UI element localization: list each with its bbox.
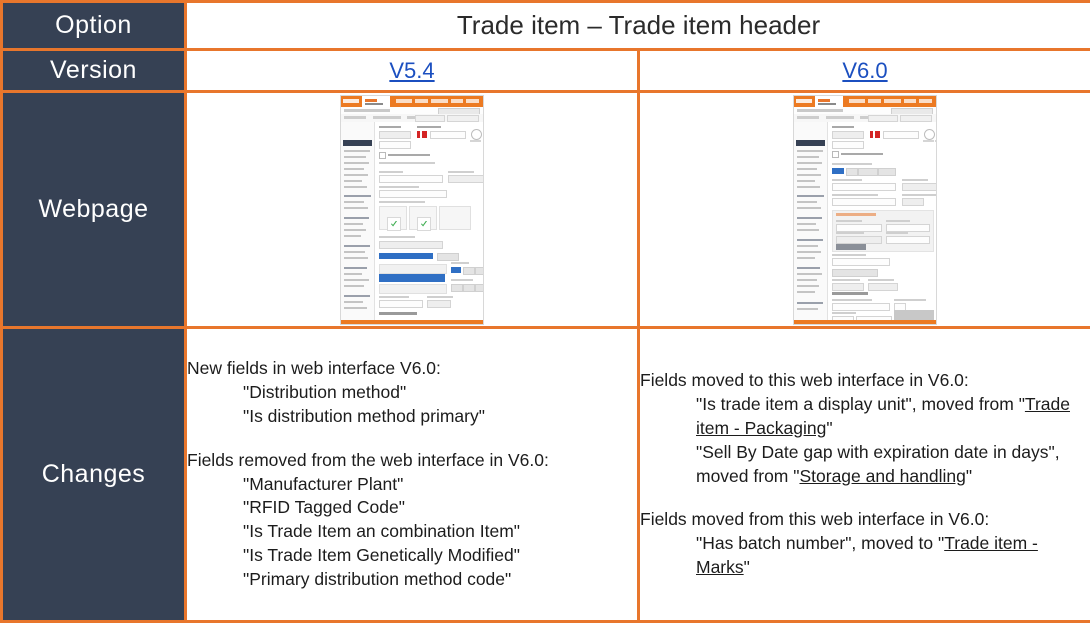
changes-heading-removed: Fields removed from the web interface in… <box>187 449 549 470</box>
webpage-thumbnail-v54[interactable] <box>340 94 484 325</box>
changes-heading-new: New fields in web interface V6.0: <box>187 358 441 379</box>
version-link-v54[interactable]: V5.4 <box>389 58 434 83</box>
app-topbar <box>794 95 936 108</box>
app-bottom-bar <box>794 319 936 324</box>
row-label-webpage: Webpage <box>0 90 187 329</box>
version-cell-right: V6.0 <box>637 48 1090 93</box>
changes-removed-item-1: "RFID Tagged Code" <box>243 497 405 518</box>
app-brand <box>796 98 812 103</box>
version-comparison-table: Option Trade item – Trade item header Ve… <box>0 0 1090 623</box>
changes-cell-v60: Fields moved to this web interface in V6… <box>637 326 1090 623</box>
app-topbar <box>341 95 483 108</box>
version-link-v60[interactable]: V6.0 <box>842 58 887 83</box>
changes-new-item-1: "Is distribution method primary" <box>243 406 485 426</box>
changes-heading-moved-to: Fields moved to this web interface in V6… <box>640 370 969 391</box>
changes-cell-v54: New fields in web interface V6.0: "Distr… <box>184 326 640 623</box>
app-left-nav <box>341 121 375 324</box>
app-left-nav <box>794 121 828 324</box>
table-row-changes: Changes New fields in web interface V6.0… <box>0 326 1090 623</box>
row-label-version: Version <box>0 48 187 93</box>
moved-to-1-post: " <box>965 465 973 486</box>
app-bottom-bar <box>341 319 483 324</box>
table-row-version: Version V5.4 V6.0 <box>0 48 1090 93</box>
app-brand <box>343 98 359 103</box>
page-title: Trade item – Trade item header <box>184 0 1090 51</box>
changes-spacer <box>187 429 637 449</box>
changes-removed-item-2: "Is Trade Item an combination Item" <box>243 521 520 542</box>
changes-heading-moved-from: Fields moved from this web interface in … <box>640 509 990 530</box>
changes-removed-item-3: "Is Trade Item Genetically Modified" <box>243 544 520 565</box>
moved-to-1-link[interactable]: Storage and handling <box>799 466 965 486</box>
webpage-screenshot-cell-v54 <box>184 90 640 329</box>
moved-from-0-post: " <box>743 556 750 577</box>
changes-moved-from-item-0: "Has batch number", moved to "Trade item… <box>640 532 1090 580</box>
changes-spacer <box>640 488 1090 508</box>
version-cell-left: V5.4 <box>184 48 640 93</box>
changes-moved-to-item-0: "Is trade item a display unit", moved fr… <box>640 393 1090 441</box>
moved-to-0-pre: "Is trade item a display unit", moved fr… <box>696 394 1025 415</box>
table-row-option: Option Trade item – Trade item header <box>0 0 1090 51</box>
moved-to-0-post: " <box>826 417 833 438</box>
webpage-screenshot-cell-v60 <box>637 90 1090 329</box>
table-row-webpage: Webpage <box>0 90 1090 329</box>
changes-new-item-0: "Distribution method" <box>243 382 407 403</box>
changes-moved-to-item-1: "Sell By Date gap with expiration date i… <box>640 441 1090 489</box>
changes-removed-item-0: "Manufacturer Plant" <box>243 473 404 494</box>
row-label-option: Option <box>0 0 187 51</box>
app-main-panel <box>375 121 483 324</box>
moved-from-0-pre: "Has batch number", moved to " <box>696 533 945 554</box>
row-label-changes: Changes <box>0 326 187 623</box>
webpage-thumbnail-v60[interactable] <box>793 94 937 325</box>
app-main-panel <box>828 121 936 324</box>
comparison-sheet: Option Trade item – Trade item header Ve… <box>0 0 1090 623</box>
changes-removed-item-4: "Primary distribution method code" <box>243 568 512 589</box>
